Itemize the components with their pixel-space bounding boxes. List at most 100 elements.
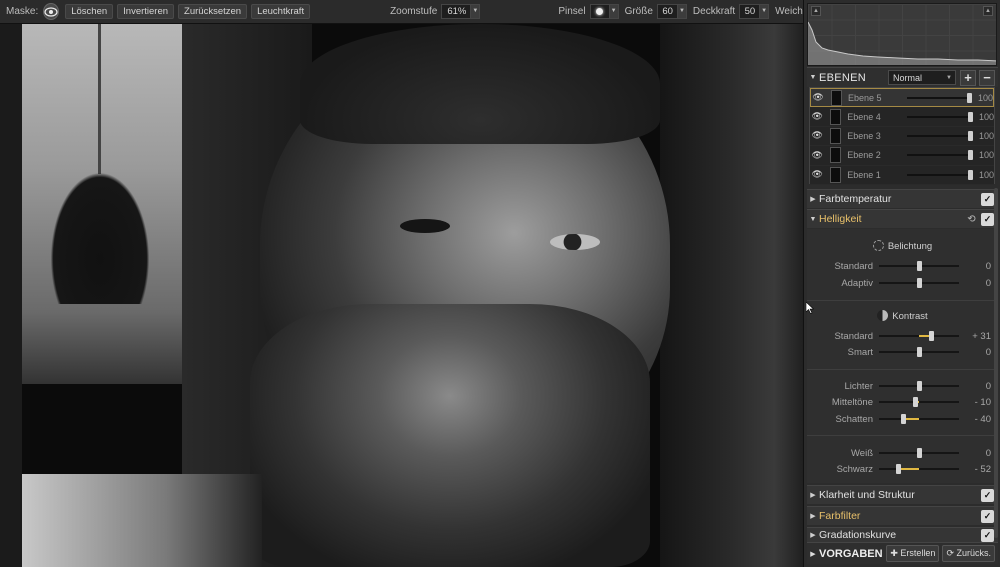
expand-triangle-icon[interactable]: ▶ <box>807 491 819 499</box>
size-select[interactable]: 60 ▼ <box>656 4 687 19</box>
collapse-triangle-icon[interactable]: ▼ <box>807 216 819 223</box>
slider-track[interactable] <box>879 347 959 357</box>
belichtung-title: Belichtung <box>887 241 933 252</box>
eye-icon[interactable]: 👁 <box>810 130 824 141</box>
slider-track[interactable] <box>879 261 959 271</box>
expand-triangle-icon[interactable]: ▶ <box>807 195 819 203</box>
layer-row[interactable]: 👁 Ebene 4 100 <box>810 107 994 127</box>
highlight-clipping-arrow-icon[interactable]: ▲ <box>983 6 993 16</box>
presets-title: VORGABEN <box>819 547 883 560</box>
layer-opacity-slider[interactable] <box>906 111 973 122</box>
enable-checkbox[interactable]: ✓ <box>981 488 994 502</box>
chevron-down-icon[interactable]: ▼ <box>609 4 619 19</box>
section-farbfilter[interactable]: ▶ Farbfilter ✓ <box>807 506 998 525</box>
slider-track[interactable] <box>879 414 959 424</box>
divider <box>807 369 998 370</box>
layer-mask-thumbnail[interactable] <box>830 108 842 125</box>
layer-name: Ebene 1 <box>847 169 881 180</box>
layer-opacity-value: 100 <box>978 150 994 161</box>
layer-row[interactable]: 👁 Ebene 2 100 <box>810 146 994 166</box>
eye-icon[interactable]: 👁 <box>811 92 825 103</box>
mask-visibility-eye-icon[interactable] <box>43 3 60 20</box>
layers-header: ▼ EBENEN Normal ▼ + − <box>807 67 998 87</box>
slider-row: Standard + 31 <box>807 329 998 343</box>
enable-checkbox[interactable]: ✓ <box>981 192 994 206</box>
expand-triangle-icon[interactable]: ▶ <box>807 531 819 539</box>
shadow-clipping-arrow-icon[interactable]: ▲ <box>811 6 821 16</box>
photo-portrait-eye-right <box>550 234 600 250</box>
enable-checkbox[interactable]: ✓ <box>981 509 994 523</box>
zoom-label: Zoomstufe <box>390 6 438 17</box>
layer-opacity-slider[interactable] <box>906 92 972 103</box>
brush-preview-icon[interactable] <box>589 4 610 19</box>
mask-clear-button[interactable]: Löschen <box>65 4 114 19</box>
eye-icon[interactable]: 👁 <box>810 150 824 161</box>
brush-select[interactable]: ▼ <box>589 4 619 19</box>
mask-invert-button[interactable]: Invertieren <box>117 4 175 19</box>
eye-icon[interactable]: 👁 <box>810 169 824 180</box>
section-gradationskurve[interactable]: ▶ Gradationskurve ✓ <box>807 527 998 542</box>
eye-icon[interactable]: 👁 <box>810 111 824 122</box>
photo-canvas[interactable] <box>0 24 803 567</box>
layer-row[interactable]: 👁 Ebene 3 100 <box>810 126 994 147</box>
blend-mode-select[interactable]: Normal ▼ <box>888 70 956 85</box>
layer-mask-thumbnail[interactable] <box>830 166 842 183</box>
expand-triangle-icon[interactable]: ▶ <box>807 550 819 558</box>
photo-portrait-hair <box>300 24 660 144</box>
chevron-down-icon[interactable]: ▼ <box>760 4 770 19</box>
opacity-select[interactable]: 50 ▼ <box>739 4 770 19</box>
slider-row: Standard 0 <box>807 259 998 273</box>
mask-reset-button[interactable]: Zurücksetzen <box>178 4 248 19</box>
brush-label: Pinsel <box>558 6 586 17</box>
zoom-value[interactable]: 61% <box>441 4 472 19</box>
slider-label: Adaptiv <box>841 277 873 289</box>
slider-label: Smart <box>847 346 873 358</box>
layer-opacity-slider[interactable] <box>906 150 973 161</box>
panel-scrollbar[interactable] <box>994 188 998 538</box>
mask-luminosity-button[interactable]: Leuchtkraft <box>251 4 311 19</box>
slider-track[interactable] <box>879 464 959 474</box>
slider-track[interactable] <box>879 397 959 407</box>
section-klarheit[interactable]: ▶ Klarheit und Struktur ✓ <box>807 485 998 504</box>
opacity-label: Deckkraft <box>692 6 736 17</box>
size-value[interactable]: 60 <box>656 4 678 19</box>
section-helligkeit[interactable]: ▼ Helligkeit ⟲ ✓ <box>807 209 998 228</box>
slider-label: Standard <box>834 260 873 272</box>
slider-track[interactable] <box>879 381 959 391</box>
section-title: Farbtemperatur <box>819 193 892 205</box>
slider-track[interactable] <box>879 278 959 288</box>
section-farbtemperatur[interactable]: ▶ Farbtemperatur ✓ <box>807 189 998 208</box>
reset-arrows-icon[interactable]: ⟲ <box>965 213 978 226</box>
expand-triangle-icon[interactable]: ▶ <box>807 512 819 520</box>
layer-mask-thumbnail[interactable] <box>830 147 842 164</box>
layer-row[interactable]: 👁 Ebene 5 100 <box>810 88 994 108</box>
photo-lamp-cord <box>98 24 101 174</box>
enable-checkbox[interactable]: ✓ <box>981 212 994 226</box>
layer-row[interactable]: 👁 Ebene 1 100 <box>810 165 994 185</box>
layer-opacity-value: 100 <box>977 92 993 103</box>
chevron-down-icon[interactable]: ▼ <box>677 4 687 19</box>
layer-opacity-slider[interactable] <box>906 130 973 141</box>
create-preset-button[interactable]: ✚ Erstellen <box>886 545 940 562</box>
plus-icon: ✚ <box>890 548 901 558</box>
slider-track[interactable] <box>879 448 959 458</box>
layer-mask-thumbnail[interactable] <box>830 127 842 144</box>
slider-row: Schwarz - 52 <box>807 462 998 476</box>
reset-preset-button[interactable]: ⟳ Zurücks. <box>942 545 995 562</box>
enable-checkbox[interactable]: ✓ <box>981 528 994 542</box>
remove-layer-button[interactable]: − <box>979 69 995 86</box>
reset-preset-label: Zurücks. <box>956 548 991 558</box>
zoom-select[interactable]: 61% ▼ <box>441 4 481 19</box>
divider <box>807 435 998 436</box>
chevron-down-icon[interactable]: ▼ <box>471 4 481 19</box>
slider-value: - 52 <box>974 463 991 475</box>
opacity-value[interactable]: 50 <box>739 4 761 19</box>
helligkeit-panel: Belichtung Standard 0 Adaptiv 0 Kontrast… <box>807 229 998 483</box>
add-layer-button[interactable]: + <box>960 69 976 86</box>
slider-track[interactable] <box>879 331 959 341</box>
layer-mask-thumbnail[interactable] <box>831 89 842 106</box>
layer-opacity-slider[interactable] <box>906 169 973 180</box>
layer-name: Ebene 3 <box>847 130 881 141</box>
collapse-triangle-icon[interactable]: ▼ <box>807 74 819 81</box>
slider-value: - 40 <box>974 413 991 425</box>
